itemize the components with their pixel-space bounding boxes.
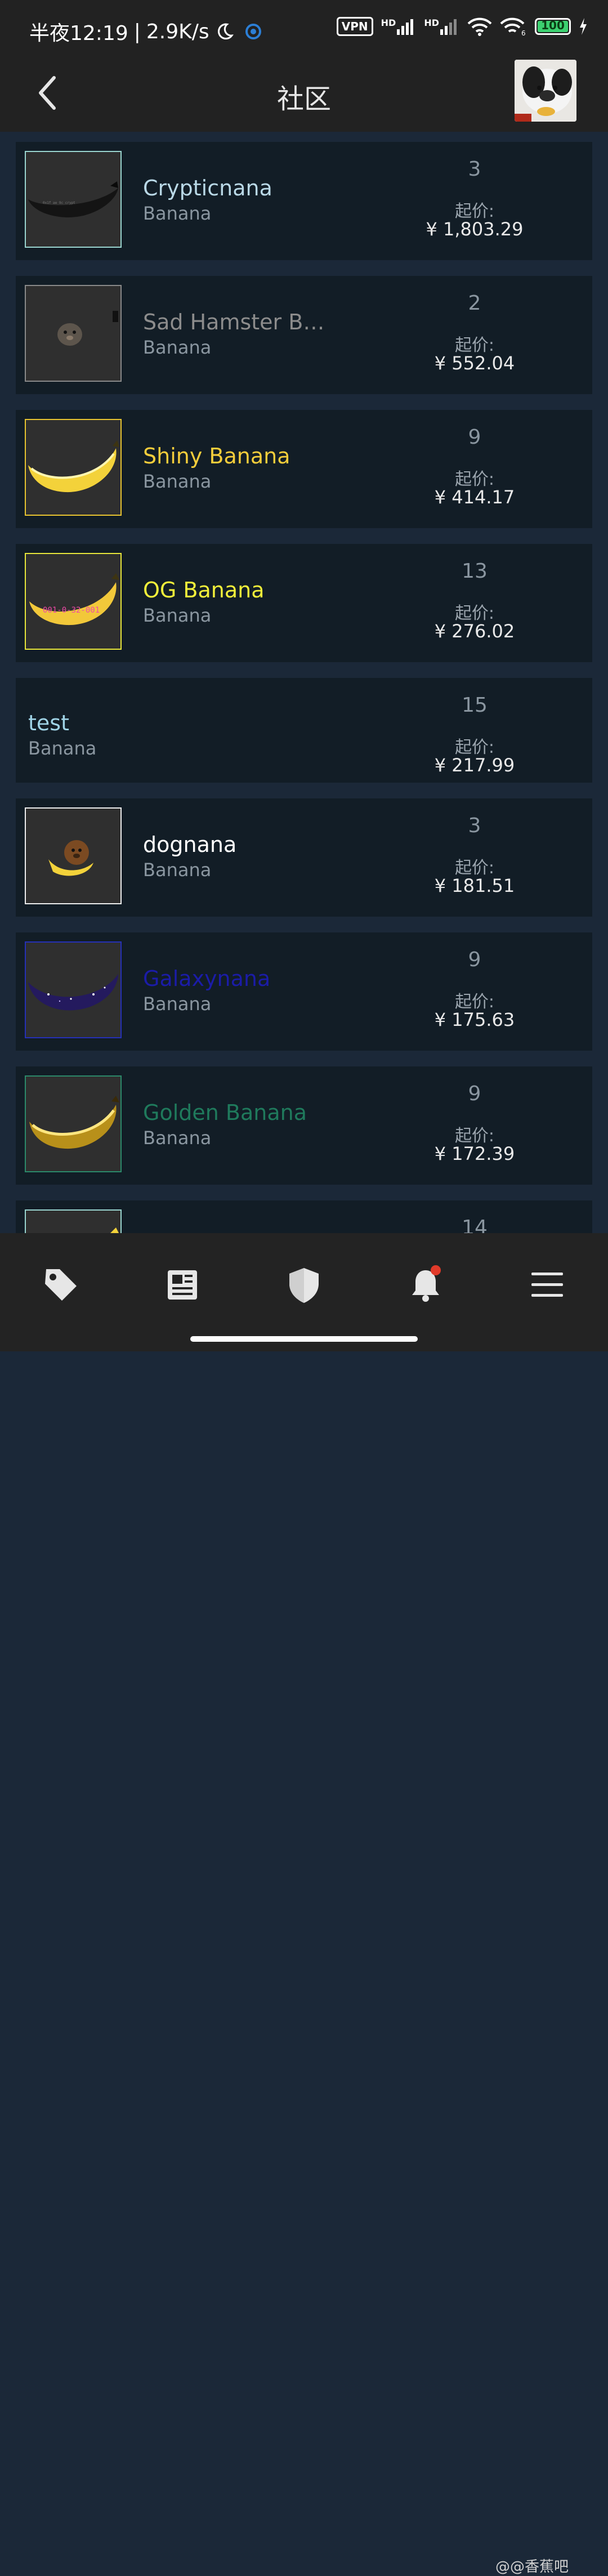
charging-icon xyxy=(580,18,587,35)
list-item[interactable]: 0x1f ae 9c crypt Crypticnana Banana 3 起价: ¥ 1… xyxy=(16,142,592,260)
status-time: 半夜12:19 xyxy=(29,22,128,45)
battery-level: 100 xyxy=(541,19,565,32)
wifi-6-icon: 6 xyxy=(500,17,526,36)
item-thumbnail[interactable]: 001-0-32-001 xyxy=(25,553,122,650)
item-category: Banana xyxy=(143,993,212,1015)
signal-icon xyxy=(397,19,414,35)
shield-icon[interactable] xyxy=(284,1265,324,1305)
bell-icon[interactable] xyxy=(405,1265,446,1305)
item-price: ¥ 172.39 xyxy=(434,1143,515,1164)
item-name: Golden Banana xyxy=(143,1100,307,1125)
wifi-icon xyxy=(467,17,492,36)
battery-icon: 100 xyxy=(535,18,571,35)
item-category: Banana xyxy=(143,1127,212,1149)
item-quantity: 9 xyxy=(468,426,481,449)
status-right: VPN HD HD 6 100 xyxy=(336,17,588,36)
item-quantity: 9 xyxy=(468,1082,481,1105)
tag-icon[interactable] xyxy=(41,1265,81,1305)
list-item[interactable]: Sad Hamster B… Banana 2 起价: ¥ 552.04 xyxy=(16,276,592,394)
item-name: test xyxy=(28,711,69,735)
item-name: Sad Hamster B… xyxy=(143,310,325,334)
item-price: ¥ 414.17 xyxy=(434,486,515,508)
status-separator: | xyxy=(133,20,141,43)
svg-text:6: 6 xyxy=(521,29,526,36)
list-item[interactable]: 001-0-32-001 OG Banana Banana 13 起价: ¥ 276.02 xyxy=(16,544,592,662)
item-name: Crypticnana xyxy=(143,176,272,200)
bottom-nav: @@香蕉吧 xyxy=(0,1233,608,2575)
hd-label-1: HD xyxy=(381,17,396,28)
item-name: Galaxynana xyxy=(143,966,271,991)
item-thumbnail[interactable] xyxy=(25,1075,122,1172)
item-quantity: 13 xyxy=(462,560,488,583)
item-thumbnail[interactable] xyxy=(25,807,122,904)
network-speed: 2.9K/s xyxy=(146,20,209,43)
item-price: ¥ 175.63 xyxy=(434,1009,515,1030)
notification-badge xyxy=(431,1265,441,1275)
item-name: OG Banana xyxy=(143,578,265,602)
item-price: ¥ 1,803.29 xyxy=(426,218,524,240)
item-category: Banana xyxy=(143,337,212,358)
item-thumbnail[interactable] xyxy=(25,419,122,516)
svg-text:001-0-32-001: 001-0-32-001 xyxy=(43,606,100,615)
item-price: ¥ 181.51 xyxy=(434,875,515,896)
list-item[interactable]: dognana Banana 3 起价: ¥ 181.51 xyxy=(16,798,592,917)
item-name: dognana xyxy=(143,832,237,857)
vpn-badge: VPN xyxy=(336,17,373,36)
moon-icon xyxy=(217,23,234,40)
item-quantity: 15 xyxy=(462,694,488,717)
list-item[interactable]: test Banana 15 起价: ¥ 217.99 xyxy=(16,678,592,783)
status-bar: 半夜12:19 | 2.9K/s VPN HD HD 6 100 xyxy=(0,0,608,56)
item-category: Banana xyxy=(28,738,97,759)
list-item[interactable]: Shiny Banana Banana 9 起价: ¥ 414.17 xyxy=(16,410,592,528)
item-category: Banana xyxy=(143,859,212,881)
item-quantity: 2 xyxy=(468,292,481,315)
home-indicator[interactable] xyxy=(190,1336,418,1342)
item-category: Banana xyxy=(143,471,212,492)
item-price: ¥ 552.04 xyxy=(434,352,515,374)
list-item[interactable]: Golden Banana Banana 9 起价: ¥ 172.39 xyxy=(16,1066,592,1185)
hd-label-2: HD xyxy=(424,17,439,28)
app-header: 社区 xyxy=(0,56,608,132)
item-thumbnail[interactable] xyxy=(25,941,122,1038)
item-quantity: 3 xyxy=(468,814,481,837)
item-thumbnail[interactable]: 0x1f ae 9c crypt xyxy=(25,151,122,248)
location-icon xyxy=(245,24,261,39)
item-thumbnail[interactable] xyxy=(25,285,122,382)
list-item[interactable]: Galaxynana Banana 9 起价: ¥ 175.63 xyxy=(16,932,592,1051)
news-icon[interactable] xyxy=(162,1265,203,1305)
item-quantity: 9 xyxy=(468,948,481,971)
menu-icon[interactable] xyxy=(527,1265,567,1305)
watermark: @@香蕉吧 xyxy=(495,2559,569,2575)
svg-text:0x1f ae 9c crypt: 0x1f ae 9c crypt xyxy=(43,201,75,205)
signal-1: HD xyxy=(381,17,417,35)
item-name: Shiny Banana xyxy=(143,444,290,468)
signal-2: HD xyxy=(424,17,459,35)
profile-picture xyxy=(515,60,576,122)
status-left: 半夜12:19 | 2.9K/s xyxy=(29,17,261,46)
market-list: 0x1f ae 9c crypt Crypticnana Banana 3 起价: ¥ 1… xyxy=(16,142,592,1306)
item-price: ¥ 217.99 xyxy=(434,755,515,776)
item-price: ¥ 276.02 xyxy=(434,620,515,642)
signal-icon xyxy=(440,19,457,35)
item-category: Banana xyxy=(143,203,212,224)
avatar[interactable] xyxy=(515,60,576,122)
item-category: Banana xyxy=(143,605,212,626)
item-quantity: 3 xyxy=(468,158,481,181)
